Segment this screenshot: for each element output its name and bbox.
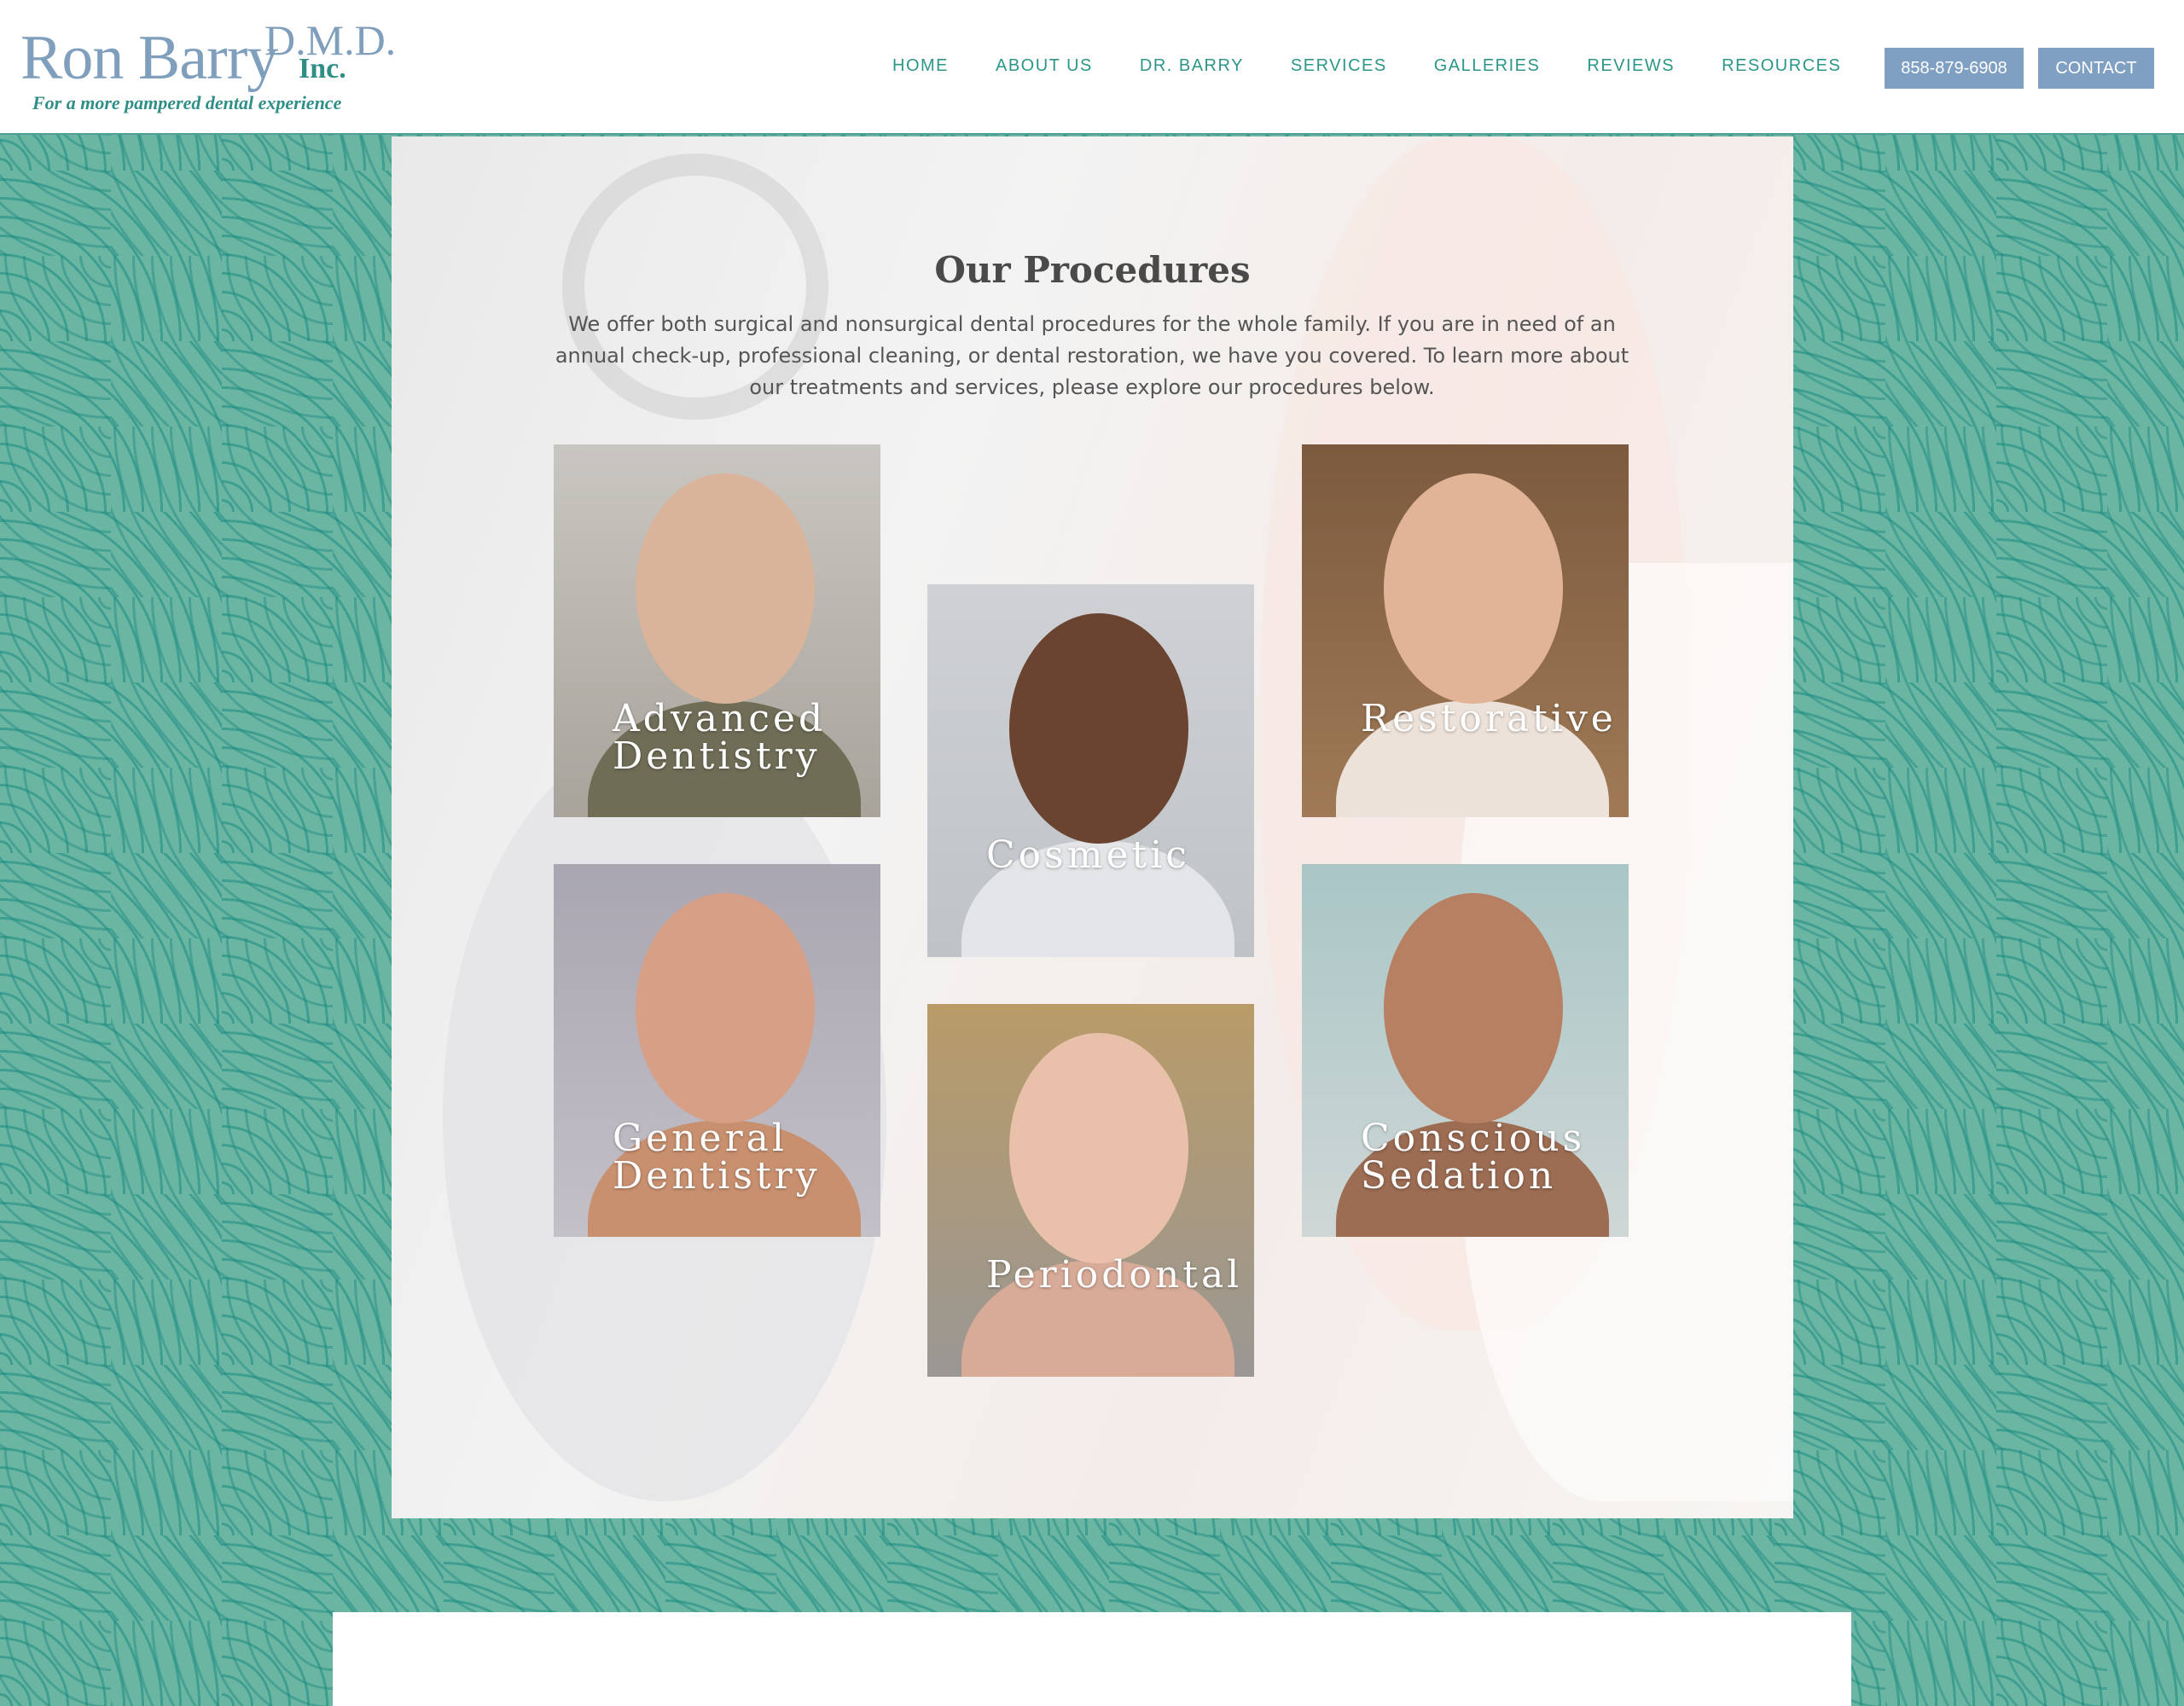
procedure-card-general-dentistry[interactable]: General Dentistry [554, 864, 880, 1237]
logo[interactable]: Ron Barry D.M.D. Inc. For a more pampere… [20, 15, 396, 122]
procedure-label: Cosmetic [986, 833, 1190, 877]
procedure-label: General Dentistry [613, 1117, 821, 1198]
procedure-label: Advanced Dentistry [613, 697, 827, 778]
nav-dr-barry[interactable]: DR. BARRY [1140, 56, 1244, 76]
logo-tagline: For a more pampered dental experience [32, 92, 342, 113]
card-photo-face [636, 893, 815, 1123]
procedure-label: Periodontal [986, 1253, 1243, 1297]
next-section-panel [333, 1612, 1851, 1706]
nav-about-us[interactable]: ABOUT US [996, 56, 1093, 76]
procedure-card-conscious-sedation[interactable]: Conscious Sedation [1302, 864, 1629, 1237]
contact-button[interactable]: CONTACT [2038, 48, 2154, 89]
procedure-label: Conscious Sedation [1361, 1117, 1586, 1198]
card-photo-face [1009, 1033, 1188, 1263]
procedure-label: Restorative [1361, 697, 1617, 740]
site-header: Ron Barry D.M.D. Inc. For a more pampere… [0, 0, 2184, 135]
section-title: Our Procedures [934, 249, 1251, 292]
nav-services[interactable]: SERVICES [1291, 56, 1387, 76]
card-photo-face [1384, 473, 1563, 704]
nav-home[interactable]: HOME [892, 56, 949, 76]
main-nav: HOME ABOUT US DR. BARRY SERVICES GALLERI… [892, 56, 1888, 76]
procedure-card-advanced-dentistry[interactable]: Advanced Dentistry [554, 444, 880, 817]
nav-galleries[interactable]: GALLERIES [1434, 56, 1541, 76]
nav-resources[interactable]: RESOURCES [1722, 56, 1841, 76]
card-photo-face [1009, 613, 1188, 844]
phone-button[interactable]: 858-879-6908 [1885, 48, 2024, 89]
logo-name: Ron Barry [20, 23, 278, 93]
procedure-card-restorative[interactable]: Restorative [1302, 444, 1629, 817]
card-photo-face [1384, 893, 1563, 1123]
procedures-section: Our Procedures We offer both surgical an… [392, 136, 1793, 1518]
nav-reviews[interactable]: REVIEWS [1587, 56, 1675, 76]
card-photo-face [636, 473, 815, 704]
logo-inc: Inc. [299, 53, 346, 84]
procedure-card-cosmetic[interactable]: Cosmetic [927, 584, 1254, 957]
section-intro: We offer both surgical and nonsurgical d… [555, 312, 1629, 399]
procedure-card-periodontal[interactable]: Periodontal [927, 1004, 1254, 1377]
